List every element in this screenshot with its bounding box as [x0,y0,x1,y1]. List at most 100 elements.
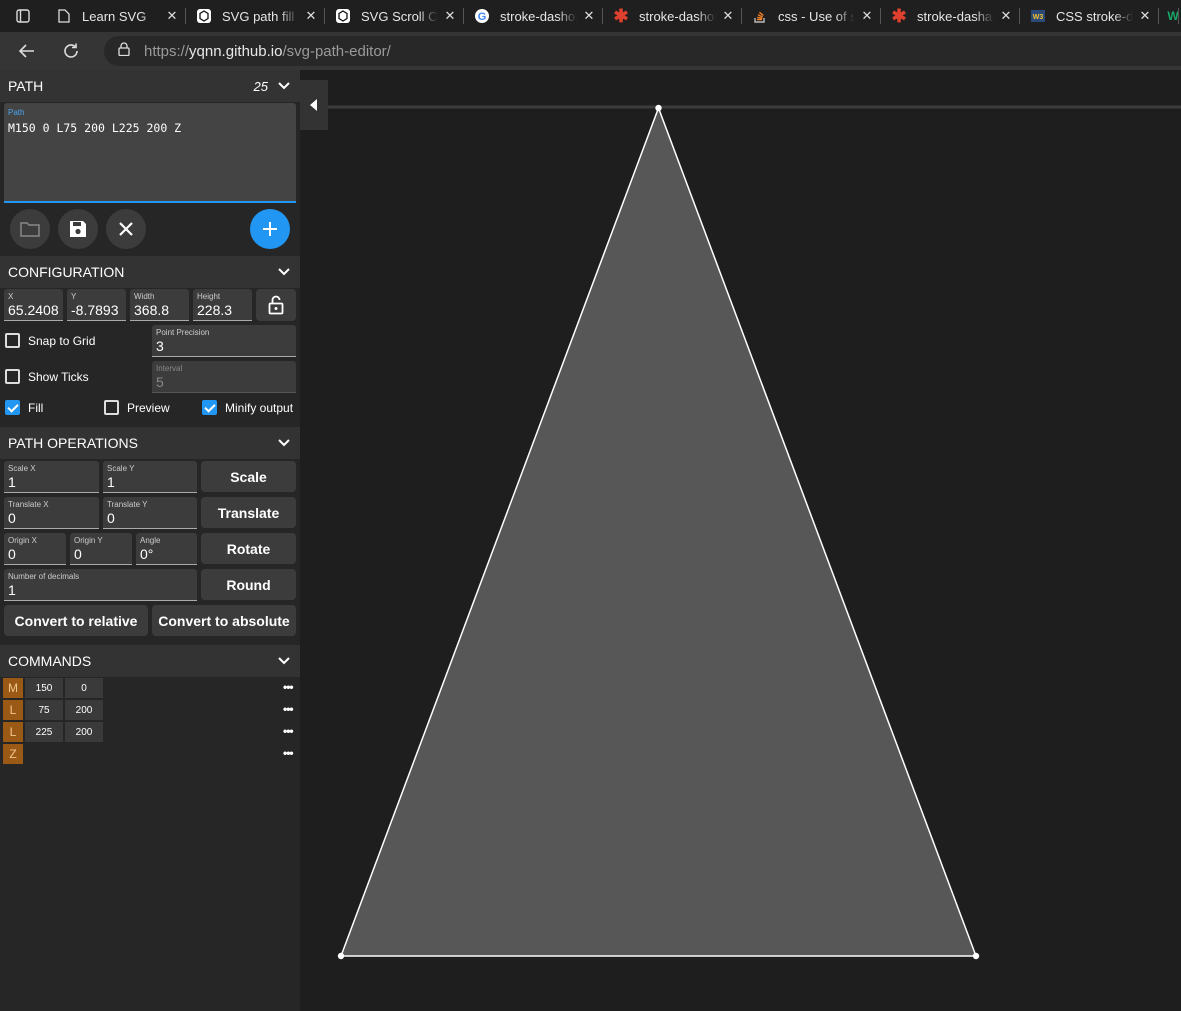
path-section-header[interactable]: PATH 25 [0,70,300,102]
close-tab-icon[interactable]: ✕ [859,8,875,24]
tab-title: stroke-dashof [500,8,577,24]
translate-x-field[interactable]: Translate X 0 [4,497,99,529]
interval-field: Interval 5 [152,361,296,393]
command-type[interactable]: Z [3,744,23,764]
command-arg[interactable]: 200 [65,700,103,720]
x-label: X [8,292,14,301]
decimals-field[interactable]: Number of decimals 1 [4,569,197,601]
command-arg[interactable]: 200 [65,722,103,742]
translate-x-value: 0 [8,510,16,526]
convert-to-relative-button[interactable]: Convert to relative [4,605,148,636]
path-textarea[interactable]: Path M150 0 L75 200 L225 200 Z [4,103,296,203]
scale-button[interactable]: Scale [201,461,296,492]
browser-tab-partial[interactable]: W [1159,0,1179,32]
command-type[interactable]: L [3,700,23,720]
browser-tab[interactable]: ✱ stroke-dashof ✕ [603,0,742,32]
control-point[interactable] [655,104,662,112]
fill-label: Fill [28,401,44,415]
tab-actions-icon[interactable] [0,0,46,32]
command-menu-icon[interactable]: ••• [283,746,294,760]
command-menu-icon[interactable]: ••• [283,724,294,738]
command-arg[interactable]: 225 [25,722,63,742]
height-label: Height [197,292,221,301]
scale-y-field[interactable]: Scale Y 1 [103,461,197,493]
lock-aspect-button[interactable] [256,289,296,321]
close-tab-icon[interactable]: ✕ [1137,8,1153,24]
origin-y-field[interactable]: Origin Y 0 [70,533,132,565]
browser-tab[interactable]: ✱ stroke-dashar ✕ [881,0,1020,32]
preview-checkbox[interactable] [104,400,119,415]
browser-tab[interactable]: Learn SVG ✕ [46,0,186,32]
minify-output-checkbox[interactable] [202,400,217,415]
path-canvas[interactable] [300,70,1181,1011]
command-menu-icon[interactable]: ••• [283,680,294,694]
address-bar[interactable]: https://yqnn.github.io/svg-path-editor/ [104,36,1181,66]
control-point[interactable] [337,952,345,960]
command-arg[interactable]: 0 [65,678,103,698]
tab-title: stroke-dashar [917,8,994,24]
close-tab-icon[interactable]: ✕ [720,8,736,24]
browser-tab[interactable]: SVG Scroll Ch ✕ [325,0,464,32]
point-precision-field[interactable]: Point Precision 3 [152,325,296,357]
browser-tab[interactable]: css - Use of st ✕ [742,0,881,32]
command-arg[interactable]: 75 [25,700,63,720]
back-icon[interactable] [10,34,44,68]
chevron-down-icon [278,268,290,276]
commands-section-header[interactable]: COMMANDS [0,645,300,677]
tab-title: SVG Scroll Ch [361,8,438,24]
page-icon [56,8,72,24]
lock-icon[interactable] [118,41,130,61]
control-point[interactable] [972,952,980,960]
width-field[interactable]: Width 368.8 [130,289,189,321]
fill-checkbox[interactable] [5,400,20,415]
close-tab-icon[interactable]: ✕ [164,8,180,24]
path-shape[interactable] [339,105,978,957]
path-operations-section-header[interactable]: PATH OPERATIONS [0,427,300,459]
y-label: Y [71,292,77,301]
save-button[interactable] [58,209,98,249]
interval-value: 5 [156,374,164,390]
section-title: PATH [8,78,44,94]
plus-icon [263,222,277,236]
scale-x-value: 1 [8,474,16,490]
browser-tab[interactable]: G stroke-dashof ✕ [464,0,603,32]
clear-button[interactable] [106,209,146,249]
y-field[interactable]: Y -8.7893 [67,289,126,321]
snap-to-grid-checkbox[interactable] [5,333,20,348]
command-type[interactable]: M [3,678,23,698]
scale-x-field[interactable]: Scale X 1 [4,461,99,493]
close-tab-icon[interactable]: ✕ [303,8,319,24]
browser-tab[interactable]: W3 CSS stroke-da ✕ [1020,0,1159,32]
show-ticks-label: Show Ticks [28,370,89,384]
round-button[interactable]: Round [201,569,296,600]
command-type[interactable]: L [3,722,23,742]
show-ticks-checkbox[interactable] [5,369,20,384]
svg-text:W3: W3 [1033,14,1044,21]
reload-icon[interactable] [54,34,88,68]
collapse-sidebar-button[interactable] [300,80,328,130]
browser-tab[interactable]: SVG path fill s ✕ [186,0,325,32]
rotate-button[interactable]: Rotate [201,533,296,564]
close-tab-icon[interactable]: ✕ [581,8,597,24]
configuration-section-header[interactable]: CONFIGURATION [0,256,300,288]
section-title: COMMANDS [8,653,92,669]
command-arg[interactable]: 150 [25,678,63,698]
close-tab-icon[interactable]: ✕ [442,8,458,24]
translate-y-field[interactable]: Translate Y 0 [103,497,197,529]
close-tab-icon[interactable]: ✕ [998,8,1014,24]
open-button[interactable] [10,209,50,249]
translate-button[interactable]: Translate [201,497,296,528]
decimals-value: 1 [8,582,16,598]
angle-field[interactable]: Angle 0° [136,533,197,565]
height-field[interactable]: Height 228.3 [193,289,252,321]
path-count: 25 [253,78,268,94]
asterisk-icon: ✱ [613,5,629,26]
decimals-label: Number of decimals [8,572,80,581]
convert-to-absolute-button[interactable]: Convert to absolute [152,605,296,636]
interval-label: Interval [156,364,183,373]
origin-x-field[interactable]: Origin X 0 [4,533,66,565]
command-menu-icon[interactable]: ••• [283,702,294,716]
x-field[interactable]: X 65.2408 [4,289,63,321]
angle-value: 0° [140,546,154,562]
add-path-button[interactable] [250,209,290,249]
